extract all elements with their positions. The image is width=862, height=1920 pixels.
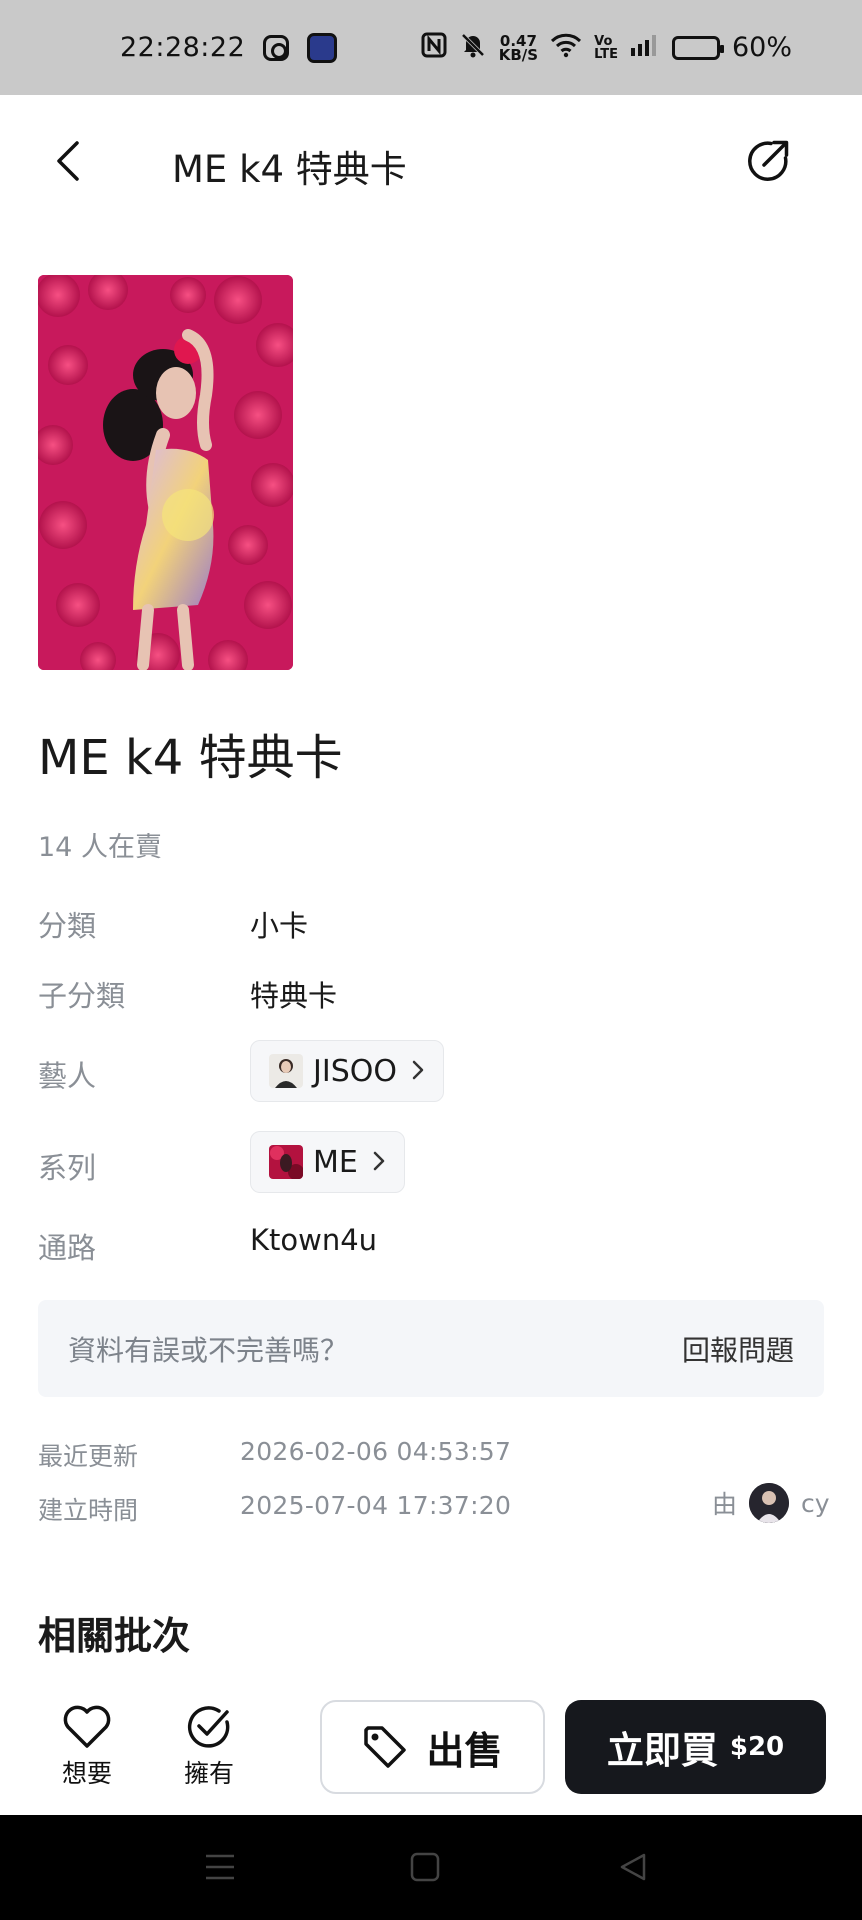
volte-bottom: LTE — [594, 46, 618, 62]
status-time: 22:28:22 — [120, 32, 246, 63]
back-nav-button[interactable] — [612, 1847, 652, 1887]
report-box: 資料有誤或不完善嗎？ 回報問題 — [38, 1300, 824, 1397]
want-label: 想要 — [62, 1759, 113, 1788]
signal-icon — [630, 33, 660, 63]
report-question: 資料有誤或不完善嗎？ — [68, 1333, 349, 1367]
own-button[interactable]: 擁有 — [184, 1704, 234, 1790]
back-button[interactable] — [40, 133, 96, 189]
created-label: 建立時間 — [38, 1496, 139, 1525]
heart-icon — [63, 1705, 111, 1748]
artist-chip[interactable]: JISOO — [250, 1040, 444, 1102]
volte-top: Vo — [594, 33, 613, 49]
chevron-right-icon — [411, 1055, 425, 1088]
photocard-picture — [38, 275, 293, 670]
sell-button[interactable]: 出售 — [320, 1700, 545, 1794]
share-icon — [748, 140, 789, 181]
want-button[interactable]: 想要 — [62, 1704, 112, 1790]
creator-name: cy — [801, 1488, 830, 1518]
app-header: ME k4 特典卡 — [0, 95, 862, 230]
artist-avatar — [269, 1054, 303, 1088]
status-left: 22:28:22 — [120, 32, 338, 63]
by-label: 由 — [712, 1490, 738, 1519]
buy-price: $20 — [729, 1732, 785, 1762]
menu-nav-button[interactable] — [200, 1847, 240, 1887]
net-speed-unit: KB/S — [498, 45, 539, 64]
instagram-icon — [263, 34, 290, 61]
bottom-action-bar: 想要 擁有 出售 立即買 $20 — [0, 1680, 862, 1815]
category-value: 小卡 — [250, 909, 309, 943]
battery-percent: 60% — [731, 32, 792, 63]
subcategory-value: 特典卡 — [250, 979, 338, 1013]
series-name: ME — [313, 1144, 358, 1180]
mute-icon — [459, 31, 487, 65]
system-nav-bar — [0, 1815, 862, 1920]
check-circle-icon — [187, 1706, 230, 1748]
updated-label: 最近更新 — [38, 1442, 139, 1471]
product-image[interactable] — [38, 275, 293, 670]
chevron-left-icon — [57, 141, 79, 181]
menu-icon — [206, 1854, 234, 1880]
nfc-icon — [421, 32, 447, 64]
own-label: 擁有 — [184, 1759, 235, 1788]
report-issue-link[interactable]: 回報問題 — [682, 1329, 794, 1369]
wifi-icon — [550, 32, 582, 64]
artist-label: 藝人 — [38, 1059, 97, 1093]
product-title: ME k4 特典卡 — [38, 730, 343, 786]
series-chip[interactable]: ME — [250, 1131, 405, 1193]
home-nav-button[interactable] — [405, 1847, 445, 1887]
volte-indicator: Vo LTE — [594, 35, 618, 61]
status-right: 0.47 KB/S Vo LTE 60% — [421, 31, 792, 65]
artist-name: JISOO — [313, 1053, 397, 1089]
sellers-count: 14 人在賣 — [38, 832, 162, 863]
series-label: 系列 — [38, 1151, 97, 1185]
chevron-right-icon — [372, 1146, 386, 1179]
buy-label: 立即買 — [606, 1729, 718, 1772]
channel-value: Ktown4u — [250, 1223, 378, 1257]
share-button[interactable] — [740, 133, 796, 189]
sell-label: 出售 — [426, 1728, 503, 1773]
battery-icon — [671, 35, 724, 60]
home-square-icon — [410, 1852, 440, 1882]
channel-label: 通路 — [38, 1231, 97, 1265]
related-batches-title: 相關批次 — [38, 1614, 191, 1658]
series-thumbnail — [269, 1145, 303, 1179]
app-icon — [307, 32, 338, 63]
net-speed: 0.47 KB/S — [498, 33, 539, 64]
status-bar: 22:28:22 0.47 KB/S Vo LTE 60% — [0, 0, 862, 95]
buy-now-button[interactable]: 立即買 $20 — [565, 1700, 826, 1794]
updated-value: 2026-02-06 04:53:57 — [240, 1437, 512, 1466]
category-label: 分類 — [38, 909, 97, 943]
created-value: 2025-07-04 17:37:20 — [240, 1491, 512, 1520]
avatar — [749, 1483, 790, 1523]
header-title: ME k4 特典卡 — [172, 148, 407, 191]
back-triangle-icon — [620, 1853, 646, 1881]
creator-info[interactable]: 由 cy — [712, 1483, 830, 1523]
tag-icon — [364, 1726, 407, 1768]
subcategory-label: 子分類 — [38, 979, 126, 1013]
